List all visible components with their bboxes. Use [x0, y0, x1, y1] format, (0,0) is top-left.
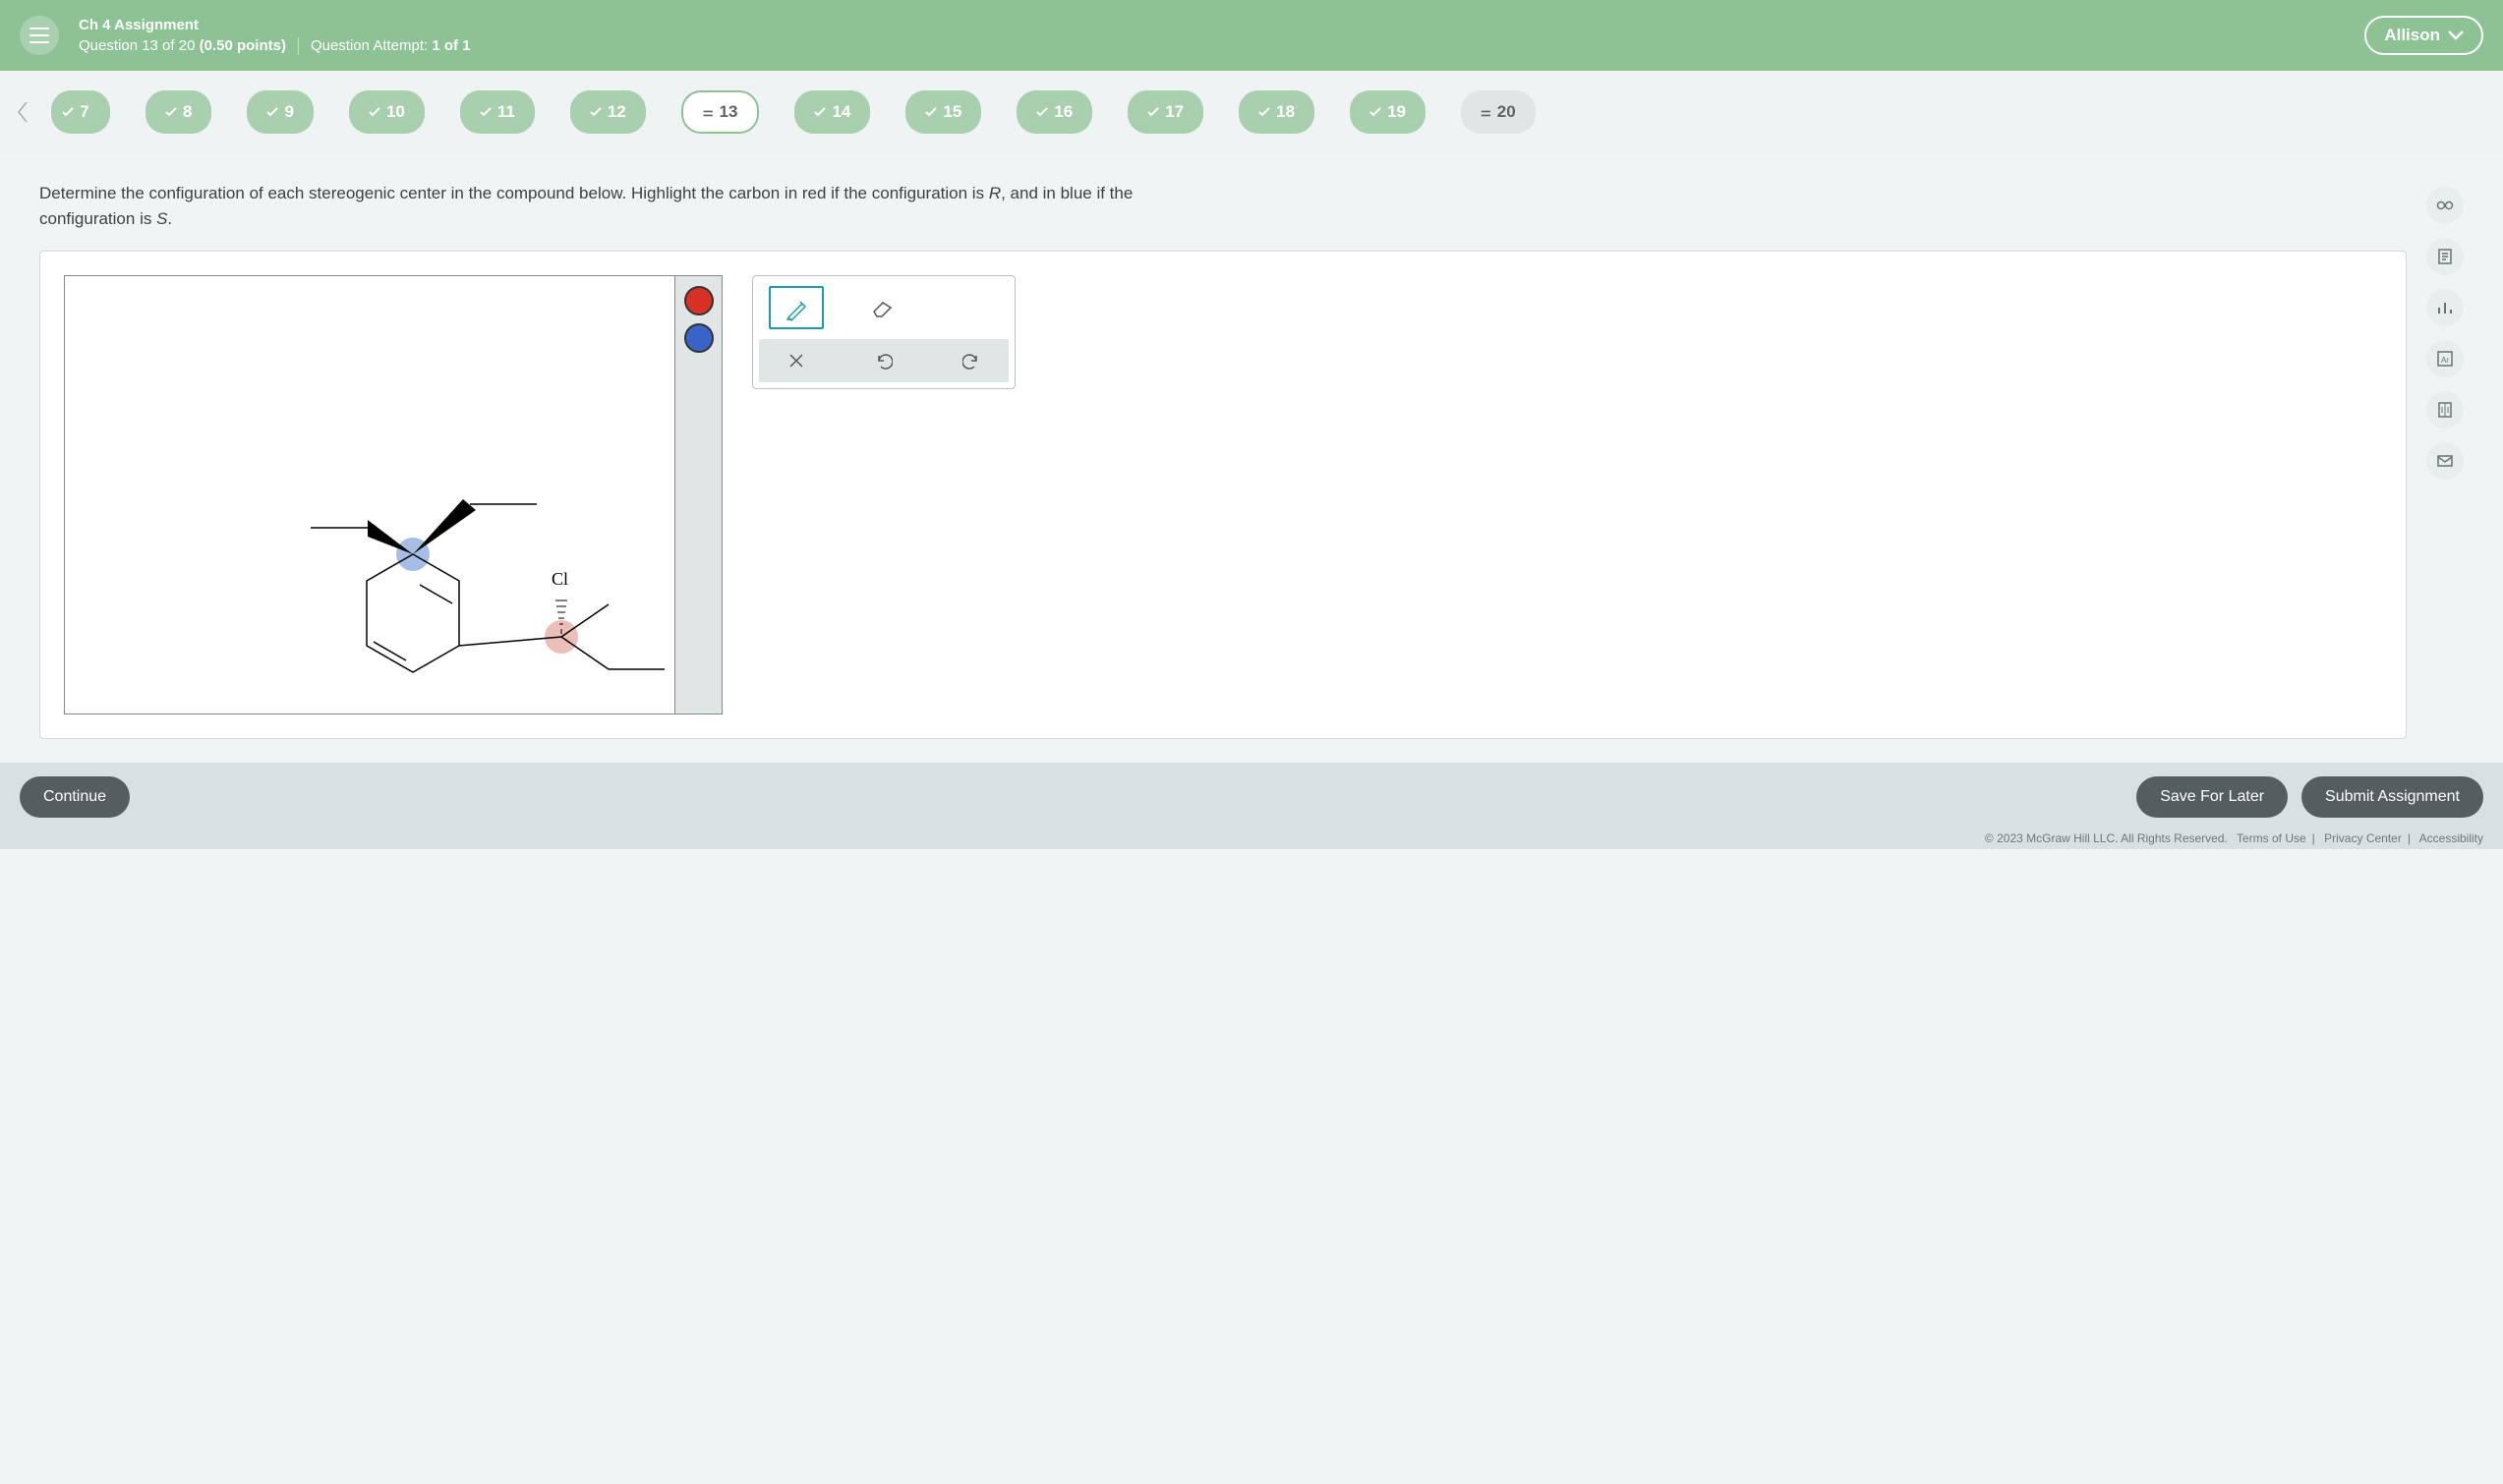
check-icon [1036, 107, 1048, 117]
chevron-left-icon [17, 100, 29, 124]
check-icon [62, 107, 74, 117]
main-column: Determine the configuration of each ster… [39, 181, 2407, 739]
undo-icon [875, 352, 893, 370]
highlighter-icon [783, 294, 810, 321]
label-cl: Cl [552, 569, 568, 590]
svg-text:Ar: Ar [2441, 356, 2449, 365]
header-text: Ch 4 Assignment Question 13 of 20 (0.50 … [79, 17, 471, 55]
question-pill-13[interactable]: ⚌13 [681, 90, 760, 134]
check-icon [266, 107, 278, 117]
notes-icon [2435, 247, 2455, 266]
mail-icon [2435, 451, 2455, 471]
check-icon [1258, 107, 1270, 117]
tool-row-bottom [759, 339, 1009, 382]
question-nav: 789 10 11 12 ⚌13 14 15 16 17 18 19 ⚌20 [0, 71, 2503, 153]
bar-chart-icon [2435, 298, 2455, 317]
check-icon [480, 107, 492, 117]
continue-button[interactable]: Continue [20, 776, 130, 818]
highlighter-tool[interactable] [769, 286, 824, 329]
glasses-icon [2435, 196, 2455, 215]
color-rail [674, 276, 722, 713]
header-left: Ch 4 Assignment Question 13 of 20 (0.50 … [20, 16, 471, 55]
check-icon [814, 107, 826, 117]
toolbox [752, 275, 1016, 389]
question-pill-20[interactable]: ⚌20 [1461, 90, 1536, 134]
question-pill-11[interactable]: 11 [460, 90, 535, 134]
hamburger-icon [29, 28, 49, 43]
check-icon [925, 107, 937, 117]
periodic-button[interactable]: Ar [2426, 340, 2464, 377]
accessibility-link[interactable]: Accessibility [2419, 831, 2483, 845]
question-pill-7[interactable]: 7 [51, 90, 110, 134]
color-red-button[interactable] [684, 286, 714, 315]
question-position: Question 13 of 20 (0.50 points) [79, 37, 286, 54]
question-pill-17[interactable]: 17 [1128, 90, 1203, 134]
question-prompt: Determine the configuration of each ster… [39, 181, 1219, 231]
divider [298, 37, 299, 55]
canvas-wrap: Cl [64, 275, 723, 714]
question-pill-18[interactable]: 18 [1239, 90, 1314, 134]
question-pill-16[interactable]: 16 [1017, 90, 1092, 134]
stats-button[interactable] [2426, 289, 2464, 326]
copyright-bar: © 2023 McGraw Hill LLC. All Rights Reser… [0, 831, 2503, 849]
question-pill-10[interactable]: 10 [349, 90, 425, 134]
nav-prev-button[interactable] [8, 92, 37, 132]
submit-button[interactable]: Submit Assignment [2301, 776, 2483, 818]
menu-button[interactable] [20, 16, 59, 55]
check-icon [1147, 107, 1159, 117]
content-area: Determine the configuration of each ster… [0, 153, 2503, 739]
eraser-icon [869, 294, 897, 321]
close-icon [788, 353, 804, 369]
chevron-down-icon [2448, 30, 2464, 40]
attempt-info: Question Attempt: 1 of 1 [311, 37, 471, 54]
glasses-button[interactable] [2426, 187, 2464, 224]
side-tools: Ar [2426, 181, 2464, 739]
app-header: Ch 4 Assignment Question 13 of 20 (0.50 … [0, 0, 2503, 71]
assignment-title: Ch 4 Assignment [79, 17, 471, 33]
question-pill-14[interactable]: 14 [794, 90, 870, 134]
workspace: Cl [39, 251, 2407, 739]
redo-button[interactable] [960, 349, 983, 372]
question-pill-12[interactable]: 12 [570, 90, 646, 134]
molecule-structure [252, 394, 665, 718]
periodic-icon: Ar [2435, 349, 2455, 369]
equals-icon: ⚌ [1481, 105, 1491, 119]
reference-button[interactable] [2426, 391, 2464, 428]
notes-button[interactable] [2426, 238, 2464, 275]
color-blue-button[interactable] [684, 323, 714, 353]
question-pill-15[interactable]: 15 [905, 90, 981, 134]
undo-button[interactable] [872, 349, 896, 372]
check-icon [165, 107, 177, 117]
book-icon [2435, 400, 2455, 420]
check-icon [369, 107, 380, 117]
save-button[interactable]: Save For Later [2136, 776, 2288, 818]
tool-row-top [759, 282, 1009, 333]
footer-right: Save For Later Submit Assignment [2136, 776, 2483, 818]
drawing-canvas[interactable]: Cl [65, 276, 674, 713]
user-menu-button[interactable]: Allison [2364, 16, 2483, 55]
clear-button[interactable] [785, 349, 808, 372]
header-subtitle: Question 13 of 20 (0.50 points) Question… [79, 37, 471, 55]
message-button[interactable] [2426, 442, 2464, 480]
footer-bar: Continue Save For Later Submit Assignmen… [0, 763, 2503, 831]
check-icon [1369, 107, 1381, 117]
eraser-tool[interactable] [855, 286, 910, 329]
question-pill-19[interactable]: 19 [1350, 90, 1426, 134]
privacy-link[interactable]: Privacy Center [2324, 831, 2402, 845]
check-icon [590, 107, 602, 117]
copyright-text: © 2023 McGraw Hill LLC. All Rights Reser… [1985, 831, 2228, 845]
question-pill-9[interactable]: 9 [247, 90, 313, 134]
redo-icon [962, 352, 980, 370]
terms-link[interactable]: Terms of Use [2237, 831, 2306, 845]
equals-icon: ⚌ [703, 105, 714, 119]
user-name: Allison [2384, 26, 2440, 45]
question-pill-8[interactable]: 8 [146, 90, 211, 134]
